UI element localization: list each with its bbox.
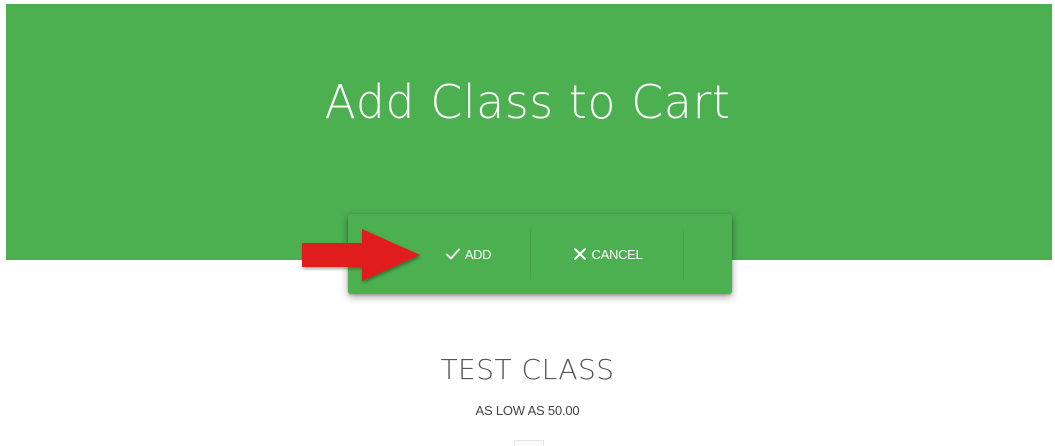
- product-title: TEST CLASS: [440, 353, 615, 386]
- add-button[interactable]: ADD: [408, 229, 528, 279]
- close-icon: [573, 248, 586, 260]
- cancel-button-label: CANCEL: [591, 246, 643, 262]
- check-icon: [445, 248, 460, 260]
- quantity-field-edge: [514, 440, 544, 446]
- page-title: Add Class to Cart: [324, 75, 731, 129]
- price-text: AS LOW AS 50.00: [475, 403, 580, 418]
- arrow-right-icon: [302, 229, 420, 281]
- add-button-label: ADD: [464, 246, 492, 262]
- page: Add Class to Cart ADD CANCEL TEST CLASS …: [0, 0, 1055, 446]
- cancel-button[interactable]: CANCEL: [530, 229, 684, 279]
